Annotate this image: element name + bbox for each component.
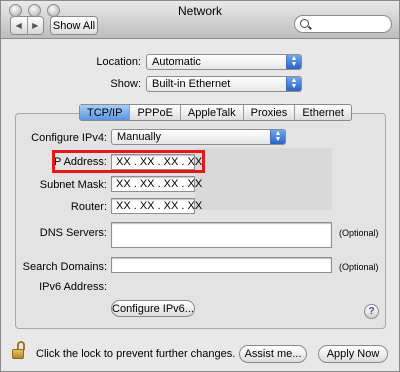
dns-optional-label: (Optional) <box>339 228 379 238</box>
tab-proxies[interactable]: Proxies <box>242 105 295 120</box>
search-icon <box>300 19 309 28</box>
popup-arrows-icon: ▲ ▼ <box>286 77 301 91</box>
back-arrow-icon[interactable]: ◀ <box>11 17 27 34</box>
subnet-mask-field[interactable]: XX . XX . XX . XX <box>111 176 202 192</box>
assist-me-button[interactable]: Assist me... <box>239 345 307 363</box>
search-domains-field[interactable] <box>111 257 332 273</box>
subnet-mask-label: Subnet Mask: <box>39 179 107 191</box>
tab-tcpip[interactable]: TCP/IP <box>80 105 130 120</box>
location-popup[interactable]: Automatic ▲ ▼ <box>146 54 302 70</box>
lock-body <box>12 349 24 359</box>
tab-bar: TCP/IP PPPoE AppleTalk Proxies Ethernet <box>79 104 352 121</box>
apply-now-button[interactable]: Apply Now <box>318 345 388 363</box>
search-field[interactable] <box>294 15 392 33</box>
dns-servers-field[interactable] <box>111 222 332 248</box>
show-all-button[interactable]: Show All <box>50 16 98 35</box>
popup-arrows-icon: ▲ ▼ <box>270 130 285 144</box>
dns-servers-label: DNS Servers: <box>39 227 107 239</box>
location-value: Automatic <box>152 56 201 68</box>
router-field[interactable]: XX . XX . XX . XX <box>111 198 202 214</box>
navigation-segment: ◀ ▶ <box>10 16 44 35</box>
network-preferences-window: Network ◀ ▶ Show All Location: Automatic… <box>0 0 400 372</box>
tcpip-panel <box>15 113 386 329</box>
search-domains-optional-label: (Optional) <box>339 262 379 272</box>
location-label: Location: <box>96 56 141 68</box>
show-value: Built-in Ethernet <box>152 78 231 90</box>
tab-pppoe[interactable]: PPPoE <box>129 105 179 120</box>
ip-address-highlight <box>52 150 205 173</box>
show-label: Show: <box>110 78 141 90</box>
help-icon[interactable]: ? <box>364 304 379 319</box>
lock-icon[interactable] <box>12 341 25 359</box>
forward-arrow-icon[interactable]: ▶ <box>26 17 44 34</box>
configure-ipv4-label: Configure IPv4: <box>31 132 107 144</box>
router-label: Router: <box>70 201 107 213</box>
info-area <box>195 148 332 210</box>
show-popup[interactable]: Built-in Ethernet ▲ ▼ <box>146 76 302 92</box>
configure-ipv6-button[interactable]: Configure IPv6... <box>111 300 195 317</box>
title-bar: Network ◀ ▶ Show All <box>1 1 399 39</box>
configure-ipv4-popup[interactable]: Manually ▲ ▼ <box>111 129 286 145</box>
popup-arrows-icon: ▲ ▼ <box>286 55 301 69</box>
ipv6-address-label: IPv6 Address: <box>39 281 107 293</box>
configure-ipv4-value: Manually <box>117 131 162 143</box>
tab-appletalk[interactable]: AppleTalk <box>179 105 243 120</box>
lock-hint-text: Click the lock to prevent further change… <box>36 348 236 360</box>
search-domains-label: Search Domains: <box>22 261 107 273</box>
tab-ethernet[interactable]: Ethernet <box>294 105 351 120</box>
